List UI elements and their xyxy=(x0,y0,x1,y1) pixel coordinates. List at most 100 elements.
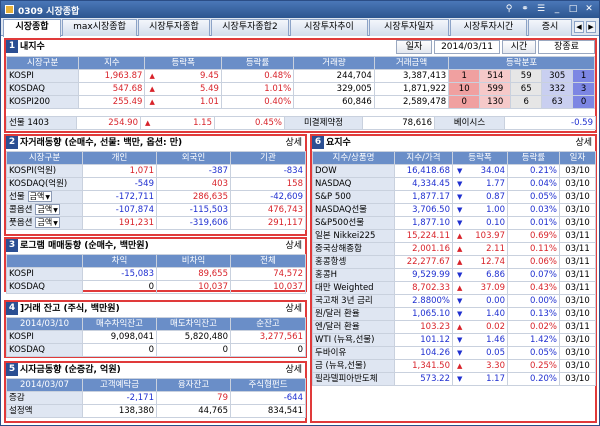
change-value: 0.10 xyxy=(486,217,505,228)
tab-max-market-summary[interactable]: max시장종합 xyxy=(62,19,137,36)
down-arrow-icon xyxy=(457,270,462,281)
index-date: 03/10 xyxy=(559,333,596,347)
table-row[interactable]: 일본 Nikkei22515,224.11 103.970.69%03/11 xyxy=(312,229,596,243)
table-row[interactable]: S&P500선물1,877.10 0.100.01%03/10 xyxy=(312,216,596,230)
table-row[interactable]: 두바이유104.26 0.050.05%03/10 xyxy=(312,346,596,360)
table-row[interactable]: NASDAQ4,334.45 1.770.04%03/10 xyxy=(312,177,596,191)
index-name[interactable]: S&P 500 xyxy=(312,190,395,204)
index-name[interactable]: 홍콩항셍 xyxy=(312,255,395,269)
index-name[interactable]: 대만 Weighted xyxy=(312,281,395,295)
time-label: 시간 xyxy=(502,40,536,54)
investor-market-name: KOSPI(억원) xyxy=(6,164,83,178)
index-name[interactable]: 필라델피아반도체 xyxy=(312,372,395,386)
index-change: 5.49 xyxy=(144,82,222,96)
investor-value: 291,117 xyxy=(230,216,306,230)
detail-link[interactable]: 상세 xyxy=(285,136,302,150)
change-value: 1.40 xyxy=(486,308,505,319)
value-cell: 74,572 xyxy=(230,267,306,281)
index-name[interactable]: 금 (뉴욕,선물) xyxy=(312,359,395,373)
table-row: KOSPI 9,098,041 5,820,480 3,277,561 xyxy=(6,330,306,344)
index-name[interactable]: 두바이유 xyxy=(312,346,395,360)
settings-icon[interactable]: ☰ xyxy=(535,4,547,15)
down-arrow-icon xyxy=(457,309,462,320)
table-row[interactable]: 엔/달러 환율103.23 0.020.02%03/11 xyxy=(312,320,596,334)
table-row[interactable]: 홍콩항셍22,277.67 12.740.06%03/11 xyxy=(312,255,596,269)
index-change-rate: 0.20% xyxy=(507,372,560,386)
date-field[interactable]: 2014/03/11 xyxy=(434,40,500,54)
tab-market-more[interactable]: 증시 xyxy=(528,19,572,36)
investor-value: 191,231 xyxy=(82,216,157,230)
index-name[interactable]: NASDAQ선물 xyxy=(312,203,395,217)
index-date: 03/10 xyxy=(559,190,596,204)
table-row[interactable]: 필라델피아반도체573.22 1.170.20%03/10 xyxy=(312,372,596,386)
detail-link[interactable]: 상세 xyxy=(285,363,302,377)
tab-prev-icon[interactable]: ◀ xyxy=(574,21,584,33)
index-name[interactable]: 일본 Nikkei225 xyxy=(312,229,395,243)
table-row[interactable]: 대만 Weighted8,702.33 37.090.43%03/11 xyxy=(312,281,596,295)
investor-value: 158 xyxy=(230,177,306,191)
unit-select[interactable]: 금액 xyxy=(35,204,60,215)
table-row[interactable]: 홍콩H9,529.99 6.860.07%03/11 xyxy=(312,268,596,282)
index-price: 101.12 xyxy=(394,333,453,347)
table-row[interactable]: 중국상해종합2,001.16 2.110.11%03/11 xyxy=(312,242,596,256)
tab-next-icon[interactable]: ▶ xyxy=(586,21,596,33)
table-row: KOSPI -15,083 89,655 74,572 xyxy=(6,267,306,281)
index-name[interactable]: DOW xyxy=(312,164,395,178)
index-price: 2,001.16 xyxy=(394,242,453,256)
tab-market-investor-time[interactable]: 시장투자시간 xyxy=(450,19,527,36)
index-name[interactable]: NASDAQ xyxy=(312,177,395,191)
investor-value: -172,711 xyxy=(82,190,157,204)
minimize-icon[interactable]: _ xyxy=(551,4,563,15)
close-icon[interactable]: ✕ xyxy=(583,4,595,15)
link-icon[interactable]: ⚭ xyxy=(519,4,531,15)
unit-select[interactable]: 금액 xyxy=(35,217,60,228)
up-arrow-icon xyxy=(457,322,462,333)
table-row[interactable]: WTI (뉴욕,선물)101.12 1.461.42%03/10 xyxy=(312,333,596,347)
index-change: 0.02 xyxy=(452,320,508,334)
index-date: 03/10 xyxy=(559,294,596,308)
index-name[interactable]: 국고채 3년 금리 xyxy=(312,294,395,308)
tab-market-summary[interactable]: 시장종합 xyxy=(3,19,61,37)
index-name[interactable]: S&P500선물 xyxy=(312,216,395,230)
table-row[interactable]: 원/달러 환율1,065.10 1.400.13%03/10 xyxy=(312,307,596,321)
detail-link[interactable]: 상세 xyxy=(285,302,302,316)
index-change-rate: 1.01% xyxy=(220,82,295,96)
table-row[interactable]: 국고채 3년 금리2.8800% 0.000.00%03/10 xyxy=(312,294,596,308)
index-name[interactable]: 중국상해종합 xyxy=(312,242,395,256)
unit-select[interactable]: 금액 xyxy=(27,191,52,202)
index-date: 03/11 xyxy=(559,255,596,269)
distribution-cell: 599 xyxy=(479,82,512,96)
time-field[interactable]: 장종료 xyxy=(538,40,595,54)
col-individual: 개인 xyxy=(82,151,157,165)
open-interest-label: 미결제약정 xyxy=(284,116,363,130)
index-table: 시장구분 지수 등락폭 등락률 거래량 거래금액 등락분포 KOSPI 1,963… xyxy=(5,56,595,109)
tab-market-investor[interactable]: 시장투자종합 xyxy=(138,19,210,36)
index-price: 1,341.50 xyxy=(394,359,453,373)
value-cell: 44,765 xyxy=(156,404,231,418)
index-name[interactable]: 홍콩H xyxy=(312,268,395,282)
table-row[interactable]: NASDAQ선물3,706.50 1.000.03%03/10 xyxy=(312,203,596,217)
tab-market-investor-trend[interactable]: 시장투자추이 xyxy=(290,19,368,36)
investor-value: 403 xyxy=(156,177,231,191)
change-value: 1.17 xyxy=(486,373,505,384)
table-row[interactable]: DOW16,418.68 34.040.21%03/10 xyxy=(312,164,596,178)
table-row[interactable]: S&P 5001,877.17 0.870.05%03/10 xyxy=(312,190,596,204)
maximize-icon[interactable]: □ xyxy=(567,4,579,15)
index-price: 1,065.10 xyxy=(394,307,453,321)
index-name[interactable]: 원/달러 환율 xyxy=(312,307,395,321)
detail-link[interactable]: 상세 xyxy=(285,239,302,253)
tab-market-investor-daily[interactable]: 시장투자일자 xyxy=(369,19,449,36)
index-name: KOSDAQ xyxy=(5,82,80,96)
pin-icon[interactable]: ⚲ xyxy=(503,4,515,15)
table-row[interactable]: 금 (뉴욕,선물)1,341.50 3.300.25%03/10 xyxy=(312,359,596,373)
index-change: 6.86 xyxy=(452,268,508,282)
change-value: 0.05 xyxy=(486,347,505,358)
program-market-name: KOSDAQ xyxy=(6,280,83,294)
tab-market-investor-2[interactable]: 시장투자종합2 xyxy=(211,19,289,36)
index-date: 03/10 xyxy=(559,216,596,230)
panel-title: ]거래 잔고 (주식, 백만원) xyxy=(20,304,120,314)
index-name[interactable]: 엔/달러 환율 xyxy=(312,320,395,334)
index-name[interactable]: WTI (뉴욕,선물) xyxy=(312,333,395,347)
detail-link[interactable]: 상세 xyxy=(575,136,592,150)
col-volume: 거래량 xyxy=(293,56,375,70)
